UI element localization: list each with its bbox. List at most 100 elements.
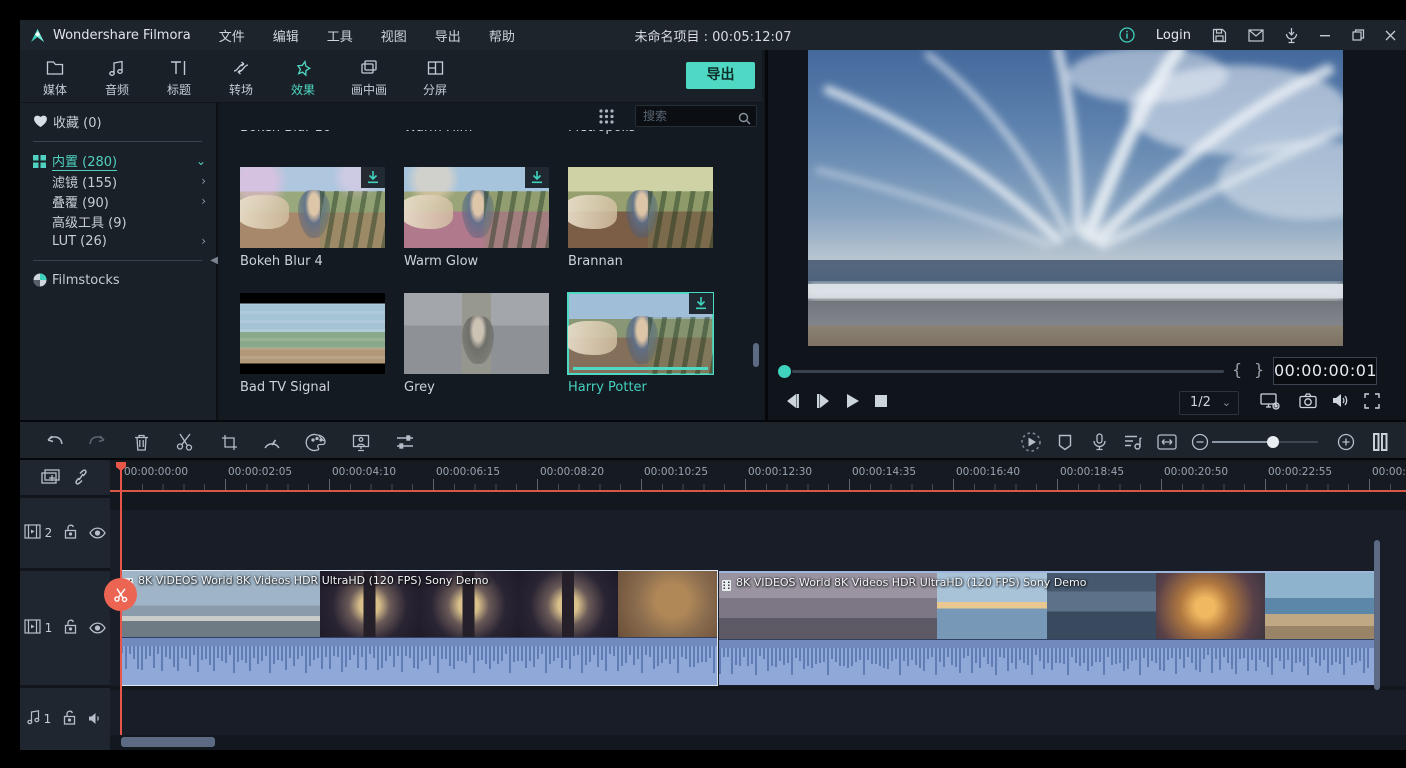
split-scissors-icon[interactable] xyxy=(174,431,196,453)
effect-item-selected[interactable]: Harry Potter xyxy=(568,293,713,395)
volume-icon[interactable] xyxy=(1332,393,1349,412)
fit-timeline-icon[interactable] xyxy=(1156,431,1178,453)
unlock-icon[interactable] xyxy=(63,710,76,729)
zoom-slider-handle[interactable] xyxy=(1267,436,1279,448)
audio-track-1-header[interactable]: 1 xyxy=(20,688,110,750)
tab-titles[interactable]: 标题 xyxy=(150,57,208,98)
sidebar-filters[interactable]: 滤镜 (155) › xyxy=(52,171,206,191)
menu-edit[interactable]: 编辑 xyxy=(273,26,299,45)
menu-file[interactable]: 文件 xyxy=(219,26,245,45)
track-header-column: 2 1 1 xyxy=(20,460,110,750)
unlock-icon[interactable] xyxy=(64,524,77,543)
timeline-clip-2[interactable]: 8K VIDEOS World 8K Videos HDR UltraHD (1… xyxy=(719,571,1374,685)
tab-splitscreen[interactable]: 分屏 xyxy=(406,57,464,98)
chevron-down-icon: ⌄ xyxy=(1222,392,1231,414)
next-frame-button[interactable] xyxy=(815,393,833,413)
mark-in-icon[interactable]: { xyxy=(1232,360,1242,379)
zoom-out-icon[interactable] xyxy=(1189,431,1211,453)
link-icon[interactable] xyxy=(72,469,90,489)
sidebar-favorites[interactable]: 收藏 (0) xyxy=(33,111,206,131)
effect-item[interactable]: Grey xyxy=(404,293,549,395)
mark-out-icon[interactable]: } xyxy=(1254,360,1264,379)
sidebar-overlays[interactable]: 叠覆 (90) › xyxy=(52,191,206,211)
sidebar-builtin[interactable]: 内置 (280) ⌄ xyxy=(33,151,206,171)
fullscreen-icon[interactable] xyxy=(1364,393,1380,413)
snapshot-camera-icon[interactable] xyxy=(1299,393,1317,413)
effect-item[interactable]: Bad TV Signal xyxy=(240,293,385,395)
play-button[interactable] xyxy=(845,393,860,413)
previous-frame-button[interactable] xyxy=(783,393,801,413)
search-icon[interactable] xyxy=(738,110,751,129)
speaker-icon[interactable] xyxy=(88,710,103,729)
grid-view-icon[interactable] xyxy=(598,108,615,129)
audio-track-1-lane[interactable] xyxy=(110,690,1406,735)
search-input[interactable] xyxy=(643,106,733,126)
display-settings-icon[interactable] xyxy=(1260,393,1280,414)
chroma-key-icon[interactable] xyxy=(350,431,372,453)
current-timecode[interactable]: 00:00:00:01 xyxy=(1273,357,1377,385)
menu-view[interactable]: 视图 xyxy=(381,26,407,45)
playhead-cut-button[interactable] xyxy=(104,578,137,611)
panel-collapse-handle[interactable]: ◀ xyxy=(210,255,218,266)
export-button[interactable]: 导出 xyxy=(686,62,755,89)
effect-item[interactable]: Bokeh Blur 4 xyxy=(240,167,385,269)
sidebar-filmstocks[interactable]: Filmstocks xyxy=(33,270,206,290)
sidebar-advanced-tools[interactable]: 高级工具 (9) xyxy=(52,211,206,231)
redo-icon[interactable] xyxy=(86,431,108,453)
music-note-icon xyxy=(88,57,146,79)
clip-audio-section xyxy=(719,639,1374,685)
effect-item[interactable]: Brannan xyxy=(568,167,713,269)
color-palette-icon[interactable] xyxy=(306,431,328,453)
tab-transitions[interactable]: 转场 xyxy=(212,57,270,98)
visibility-eye-icon[interactable] xyxy=(89,524,106,543)
save-icon[interactable] xyxy=(1212,28,1227,43)
timeline-ruler[interactable]: 00:00:00:00 00:00:02:05 00:00:04:10 00:0… xyxy=(110,462,1406,492)
render-preview-icon[interactable] xyxy=(1020,431,1042,453)
seekbar-playhead[interactable] xyxy=(778,365,791,378)
effect-item[interactable]: Warm Glow xyxy=(404,167,549,269)
seekbar-track[interactable] xyxy=(792,370,1224,373)
tab-audio[interactable]: 音频 xyxy=(88,57,146,98)
tab-effects[interactable]: 效果 xyxy=(274,57,332,98)
close-button[interactable] xyxy=(1385,30,1396,41)
mail-icon[interactable] xyxy=(1248,29,1264,42)
visibility-eye-icon[interactable] xyxy=(89,619,106,638)
playback-quality-dropdown[interactable]: 1/2 ⌄ xyxy=(1179,391,1239,415)
login-button[interactable]: Login xyxy=(1156,28,1191,43)
crop-icon[interactable] xyxy=(218,431,240,453)
add-track-icon[interactable] xyxy=(41,469,60,489)
menu-help[interactable]: 帮助 xyxy=(489,26,515,45)
delete-icon[interactable] xyxy=(130,431,152,453)
clip-label: 8K VIDEOS World 8K Videos HDR UltraHD (1… xyxy=(138,574,489,587)
minimize-button[interactable] xyxy=(1319,29,1331,41)
timeline-clip-1[interactable]: 8K VIDEOS World 8K Videos HDR UltraHD (1… xyxy=(121,571,717,685)
track-panels-icon[interactable] xyxy=(1369,431,1391,453)
marker-icon[interactable] xyxy=(1054,431,1076,453)
scrollbar-thumb[interactable] xyxy=(121,737,215,747)
effects-scrollbar[interactable] xyxy=(753,343,759,367)
info-icon[interactable] xyxy=(1119,27,1135,43)
video-track-2-header[interactable]: 2 xyxy=(20,498,110,568)
menu-export[interactable]: 导出 xyxy=(435,26,461,45)
undo-icon[interactable] xyxy=(44,431,66,453)
timeline-zoom-slider[interactable] xyxy=(1212,441,1318,443)
video-track-1-header[interactable]: 1 xyxy=(20,571,110,685)
unlock-icon[interactable] xyxy=(64,619,77,638)
stop-button[interactable] xyxy=(874,393,888,413)
menu-tools[interactable]: 工具 xyxy=(327,26,353,45)
video-track-2-lane[interactable] xyxy=(110,510,1406,570)
effect-name: Bad TV Signal xyxy=(240,380,385,395)
timeline-vertical-scrollbar[interactable] xyxy=(1374,540,1380,690)
sidebar-lut[interactable]: LUT (26) › xyxy=(52,231,206,251)
app-name: Wondershare Filmora xyxy=(53,28,191,43)
tab-media[interactable]: 媒体 xyxy=(26,57,84,98)
adjust-sliders-icon[interactable] xyxy=(394,431,416,453)
zoom-in-icon[interactable] xyxy=(1335,431,1357,453)
timeline-horizontal-scrollbar[interactable] xyxy=(110,736,1406,748)
tab-pip[interactable]: 画中画 xyxy=(336,57,402,98)
voiceover-mic-icon[interactable] xyxy=(1088,431,1110,453)
speed-icon[interactable] xyxy=(261,431,283,453)
audio-mixer-icon[interactable] xyxy=(1122,431,1144,453)
microphone-icon[interactable] xyxy=(1285,27,1298,43)
restore-button[interactable] xyxy=(1352,29,1364,41)
